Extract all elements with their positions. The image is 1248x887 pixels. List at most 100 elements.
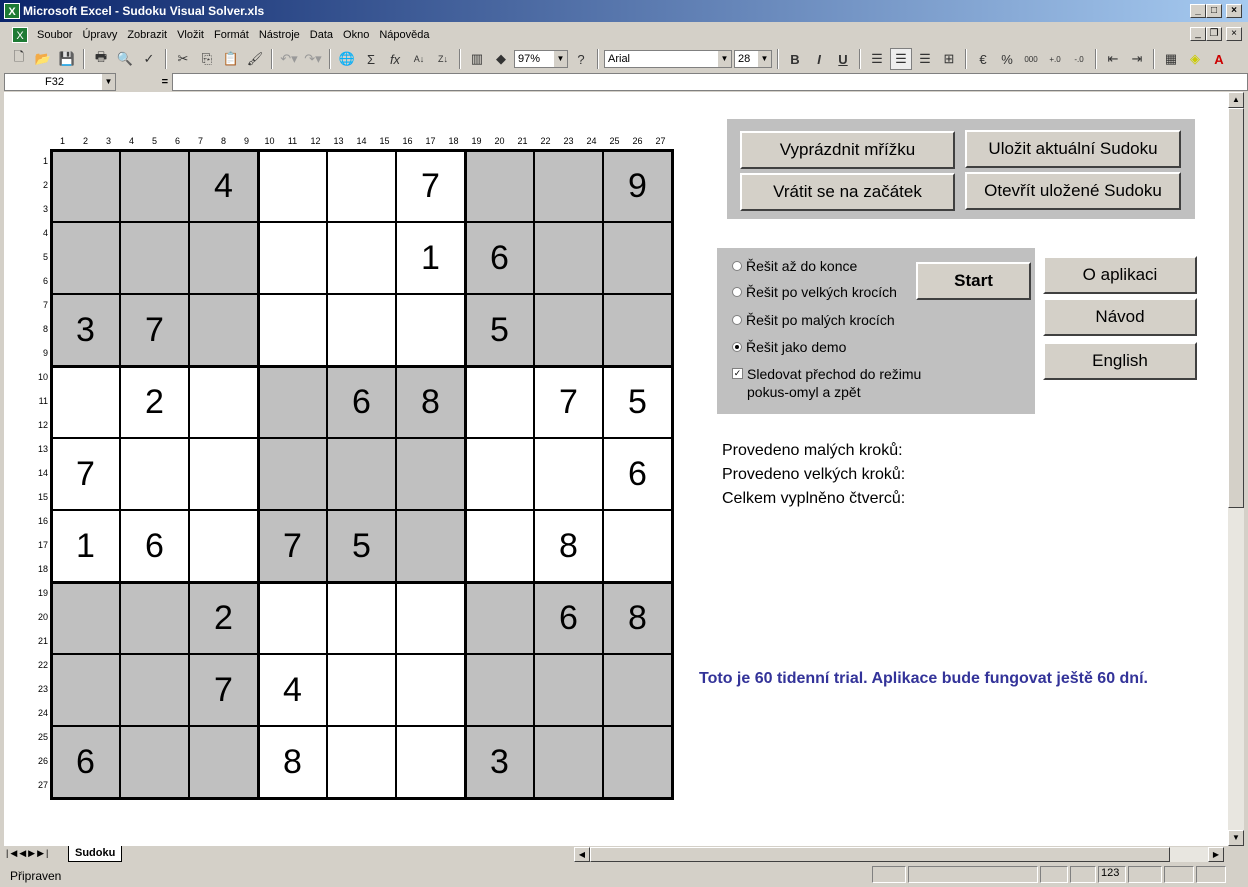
align-left-icon[interactable]: ☰ [866,48,888,70]
sudoku-cell[interactable] [465,366,534,438]
borders-icon[interactable]: ▦ [1160,48,1182,70]
row-header[interactable]: 9 [34,348,48,358]
decrease-decimal-icon[interactable]: -.0 [1068,48,1090,70]
row-header[interactable]: 7 [34,300,48,310]
sudoku-cell[interactable]: 8 [603,582,672,654]
option-solve-to-end[interactable]: Řešit až do konce [732,258,857,274]
function-icon[interactable]: fx [384,48,406,70]
column-header[interactable]: 19 [465,136,488,146]
sudoku-cell[interactable]: 9 [603,150,672,222]
row-header[interactable]: 21 [34,636,48,646]
sudoku-cell[interactable] [327,654,396,726]
sudoku-cell[interactable]: 7 [396,150,465,222]
row-header[interactable]: 26 [34,756,48,766]
row-header[interactable]: 4 [34,228,48,238]
sudoku-cell[interactable] [327,222,396,294]
scroll-down-icon[interactable]: ▼ [1228,830,1244,846]
sudoku-cell[interactable] [51,654,120,726]
sheet-tab-sudoku[interactable]: Sudoku [68,846,123,862]
print-preview-icon[interactable]: 🔍 [114,48,136,70]
workbook-close-button[interactable]: × [1226,27,1242,41]
sudoku-cell[interactable] [327,294,396,366]
row-header[interactable]: 10 [34,372,48,382]
workbook-restore-button[interactable]: ❐ [1206,27,1222,41]
name-box[interactable]: F32 ▼ [4,73,116,91]
scroll-thumb[interactable] [1228,108,1244,508]
chart-wizard-icon[interactable]: ▥ [466,48,488,70]
column-header[interactable]: 15 [373,136,396,146]
sudoku-cell[interactable] [396,294,465,366]
sudoku-cell[interactable] [327,438,396,510]
sudoku-cell[interactable] [465,582,534,654]
menu-upravy[interactable]: Úpravy [77,29,122,41]
increase-indent-icon[interactable]: ⇥ [1126,48,1148,70]
worksheet[interactable]: 1 2 3 4 5 6 7 8 9 10 11 12 13 14 15 16 17 18 19 20 21 22 23 24 2… [4,92,1228,846]
align-right-icon[interactable]: ☰ [914,48,936,70]
row-header[interactable]: 22 [34,660,48,670]
sudoku-cell[interactable] [603,654,672,726]
autosum-icon[interactable]: Σ [360,48,382,70]
menu-napoveda[interactable]: Nápověda [374,29,434,41]
sudoku-cell[interactable] [396,582,465,654]
column-header[interactable]: 24 [580,136,603,146]
sudoku-cell[interactable]: 4 [189,150,258,222]
column-header[interactable]: 25 [603,136,626,146]
sudoku-cell[interactable] [465,438,534,510]
undo-icon[interactable]: ↶▾ [278,48,300,70]
sudoku-cell[interactable] [534,438,603,510]
sudoku-cell[interactable] [534,654,603,726]
about-button[interactable]: O aplikaci [1043,256,1197,294]
column-header[interactable]: 2 [74,136,97,146]
sudoku-cell[interactable] [51,150,120,222]
sudoku-cell[interactable]: 3 [465,726,534,798]
row-header[interactable]: 13 [34,444,48,454]
sort-descending-icon[interactable]: Z↓ [432,48,454,70]
minimize-button[interactable]: _ [1190,4,1206,18]
row-header[interactable]: 5 [34,252,48,262]
formula-equals[interactable]: = [116,76,172,88]
sudoku-cell[interactable] [396,510,465,582]
sudoku-cell[interactable]: 7 [189,654,258,726]
print-icon[interactable]: 🖶 [90,48,112,70]
english-button[interactable]: English [1043,342,1197,380]
sudoku-cell[interactable] [327,726,396,798]
sudoku-cell[interactable]: 1 [396,222,465,294]
italic-button[interactable]: I [808,48,830,70]
sudoku-cell[interactable] [327,150,396,222]
sudoku-cell[interactable]: 7 [120,294,189,366]
radio-button-selected[interactable] [732,342,742,352]
h-scroll-thumb[interactable] [590,847,1170,862]
currency-icon[interactable]: € [972,48,994,70]
maximize-button[interactable]: □ [1206,4,1222,18]
horizontal-scrollbar[interactable]: ◀ ▶ [574,847,1224,862]
column-header[interactable]: 12 [304,136,327,146]
sudoku-cell[interactable] [189,726,258,798]
sudoku-cell[interactable] [120,438,189,510]
paste-icon[interactable]: 📋 [220,48,242,70]
sudoku-cell[interactable] [465,150,534,222]
menu-zobrazit[interactable]: Zobrazit [122,29,172,41]
row-header[interactable]: 14 [34,468,48,478]
bold-button[interactable]: B [784,48,806,70]
underline-button[interactable]: U [832,48,854,70]
vertical-scrollbar[interactable]: ▲ ▼ [1228,92,1244,846]
column-header[interactable]: 23 [557,136,580,146]
column-header[interactable]: 20 [488,136,511,146]
formula-input[interactable] [172,73,1248,91]
increase-decimal-icon[interactable]: +.0 [1044,48,1066,70]
row-header[interactable]: 24 [34,708,48,718]
column-header[interactable]: 9 [235,136,258,146]
sudoku-cell[interactable] [120,150,189,222]
sudoku-cell[interactable] [396,438,465,510]
sudoku-cell[interactable]: 6 [120,510,189,582]
sudoku-cell[interactable] [258,222,327,294]
column-header[interactable]: 17 [419,136,442,146]
redo-icon[interactable]: ↷▾ [302,48,324,70]
sudoku-cell[interactable] [258,294,327,366]
hyperlink-icon[interactable]: 🌐 [336,48,358,70]
menu-okno[interactable]: Okno [338,29,374,41]
sudoku-cell[interactable] [396,654,465,726]
new-icon[interactable]: 🗋 [8,48,30,70]
sudoku-cell[interactable]: 8 [258,726,327,798]
column-header[interactable]: 27 [649,136,672,146]
